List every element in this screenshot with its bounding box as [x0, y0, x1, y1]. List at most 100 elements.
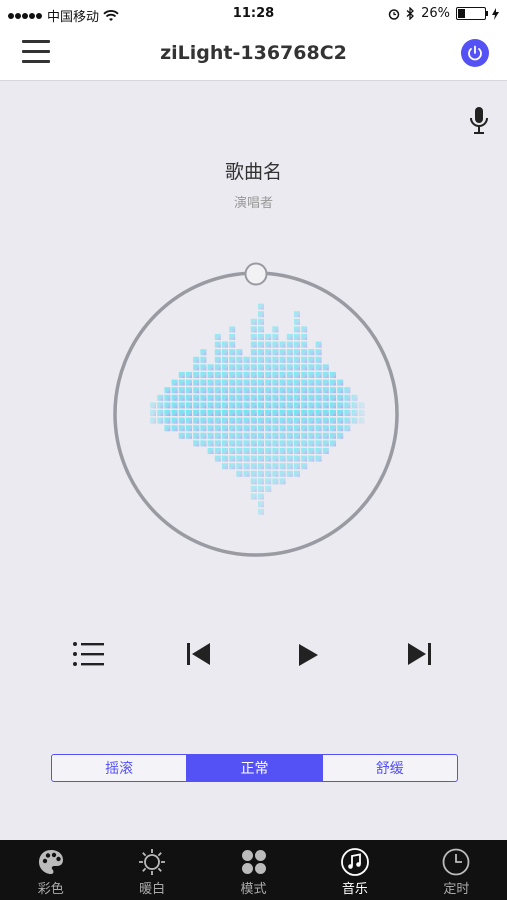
equalizer-block — [171, 417, 178, 424]
mode-rock[interactable]: 摇滚 — [52, 755, 188, 781]
previous-button[interactable] — [186, 641, 212, 667]
tab-color[interactable]: 彩色 — [0, 840, 101, 900]
equalizer-block — [330, 372, 336, 378]
playlist-button[interactable] — [72, 640, 106, 668]
equalizer-block — [322, 402, 329, 409]
equalizer-block — [214, 356, 221, 363]
equalizer-block — [229, 432, 236, 439]
equalizer-block — [222, 387, 228, 394]
equalizer-block — [315, 417, 322, 424]
equalizer-block — [286, 440, 293, 447]
equalizer-block — [265, 402, 272, 409]
equalizer-block — [315, 440, 322, 447]
equalizer-block — [301, 372, 308, 378]
equalizer-block — [279, 463, 286, 470]
equalizer-block — [258, 425, 264, 432]
equalizer-block — [279, 341, 286, 348]
equalizer-block — [171, 402, 178, 409]
equalizer-block — [186, 394, 192, 401]
equalizer-block — [214, 440, 221, 447]
equalizer-block — [301, 448, 308, 454]
equalizer-block — [315, 394, 322, 401]
equalizer-block — [308, 372, 315, 378]
next-button[interactable] — [406, 641, 432, 667]
equalizer-block — [279, 379, 286, 386]
mode-soothing[interactable]: 舒缓 — [323, 755, 457, 781]
equalizer-block — [222, 432, 228, 439]
equalizer-block — [286, 425, 293, 432]
music-icon — [341, 848, 369, 876]
equalizer-block — [186, 425, 192, 432]
equalizer-block — [265, 425, 272, 432]
equalizer-block — [344, 417, 351, 424]
equalizer-block — [222, 448, 228, 454]
equalizer-block — [315, 410, 322, 416]
equalizer-block — [229, 455, 236, 462]
equalizer-block — [301, 425, 308, 432]
equalizer-block — [207, 394, 214, 401]
equalizer-block — [279, 470, 286, 477]
equalizer-block — [294, 440, 300, 447]
mode-normal[interactable]: 正常 — [187, 755, 323, 781]
equalizer-block — [178, 372, 185, 378]
equalizer-block — [178, 425, 185, 432]
equalizer-block — [308, 379, 315, 386]
equalizer-block — [236, 455, 243, 462]
equalizer-block — [222, 417, 228, 424]
equalizer-block — [265, 379, 272, 386]
equalizer-block — [351, 402, 358, 409]
equalizer-block — [157, 402, 164, 409]
equalizer-block — [308, 455, 315, 462]
equalizer-block — [243, 463, 250, 470]
equalizer-block — [150, 410, 156, 416]
equalizer-block — [250, 334, 257, 340]
equalizer-block — [229, 334, 236, 340]
equalizer-block — [229, 463, 236, 470]
equalizer-block — [272, 326, 279, 333]
equalizer-block — [229, 402, 236, 409]
equalizer-block — [229, 326, 236, 333]
tab-modes[interactable]: 模式 — [203, 840, 304, 900]
equalizer-block — [294, 356, 300, 363]
equalizer-block — [193, 425, 200, 432]
tab-timer[interactable]: 定时 — [406, 840, 507, 900]
equalizer-block — [186, 432, 192, 439]
equalizer-block — [222, 372, 228, 378]
equalizer-block — [279, 478, 286, 485]
equalizer-block — [337, 402, 344, 409]
equalizer-block — [279, 455, 286, 462]
equalizer-block — [272, 379, 279, 386]
equalizer-block — [294, 318, 300, 325]
equalizer-block — [193, 356, 200, 363]
equalizer-block — [272, 417, 279, 424]
equalizer-block — [229, 379, 236, 386]
equalizer-block — [322, 372, 329, 378]
progress-knob[interactable] — [244, 262, 268, 286]
equalizer-block — [250, 364, 257, 371]
equalizer-block — [279, 394, 286, 401]
equalizer-block — [178, 417, 185, 424]
equalizer-block — [214, 364, 221, 371]
equalizer-block — [279, 349, 286, 356]
equalizer-block — [186, 379, 192, 386]
equalizer-block — [236, 379, 243, 386]
tab-music[interactable]: 音乐 — [304, 840, 405, 900]
equalizer-block — [250, 410, 257, 416]
equalizer-block — [250, 478, 257, 485]
equalizer-block — [193, 379, 200, 386]
equalizer-block — [258, 455, 264, 462]
equalizer-block — [308, 410, 315, 416]
equalizer-block — [294, 402, 300, 409]
equalizer-block — [243, 432, 250, 439]
tab-warm-white[interactable]: 暖白 — [101, 840, 202, 900]
equalizer-block — [279, 432, 286, 439]
equalizer-block — [236, 470, 243, 477]
equalizer-block — [229, 394, 236, 401]
equalizer-block — [315, 387, 322, 394]
play-button[interactable] — [296, 642, 320, 668]
equalizer-block — [294, 372, 300, 378]
equalizer-block — [222, 349, 228, 356]
equalizer-block — [258, 364, 264, 371]
equalizer-block — [265, 448, 272, 454]
equalizer-block — [286, 432, 293, 439]
